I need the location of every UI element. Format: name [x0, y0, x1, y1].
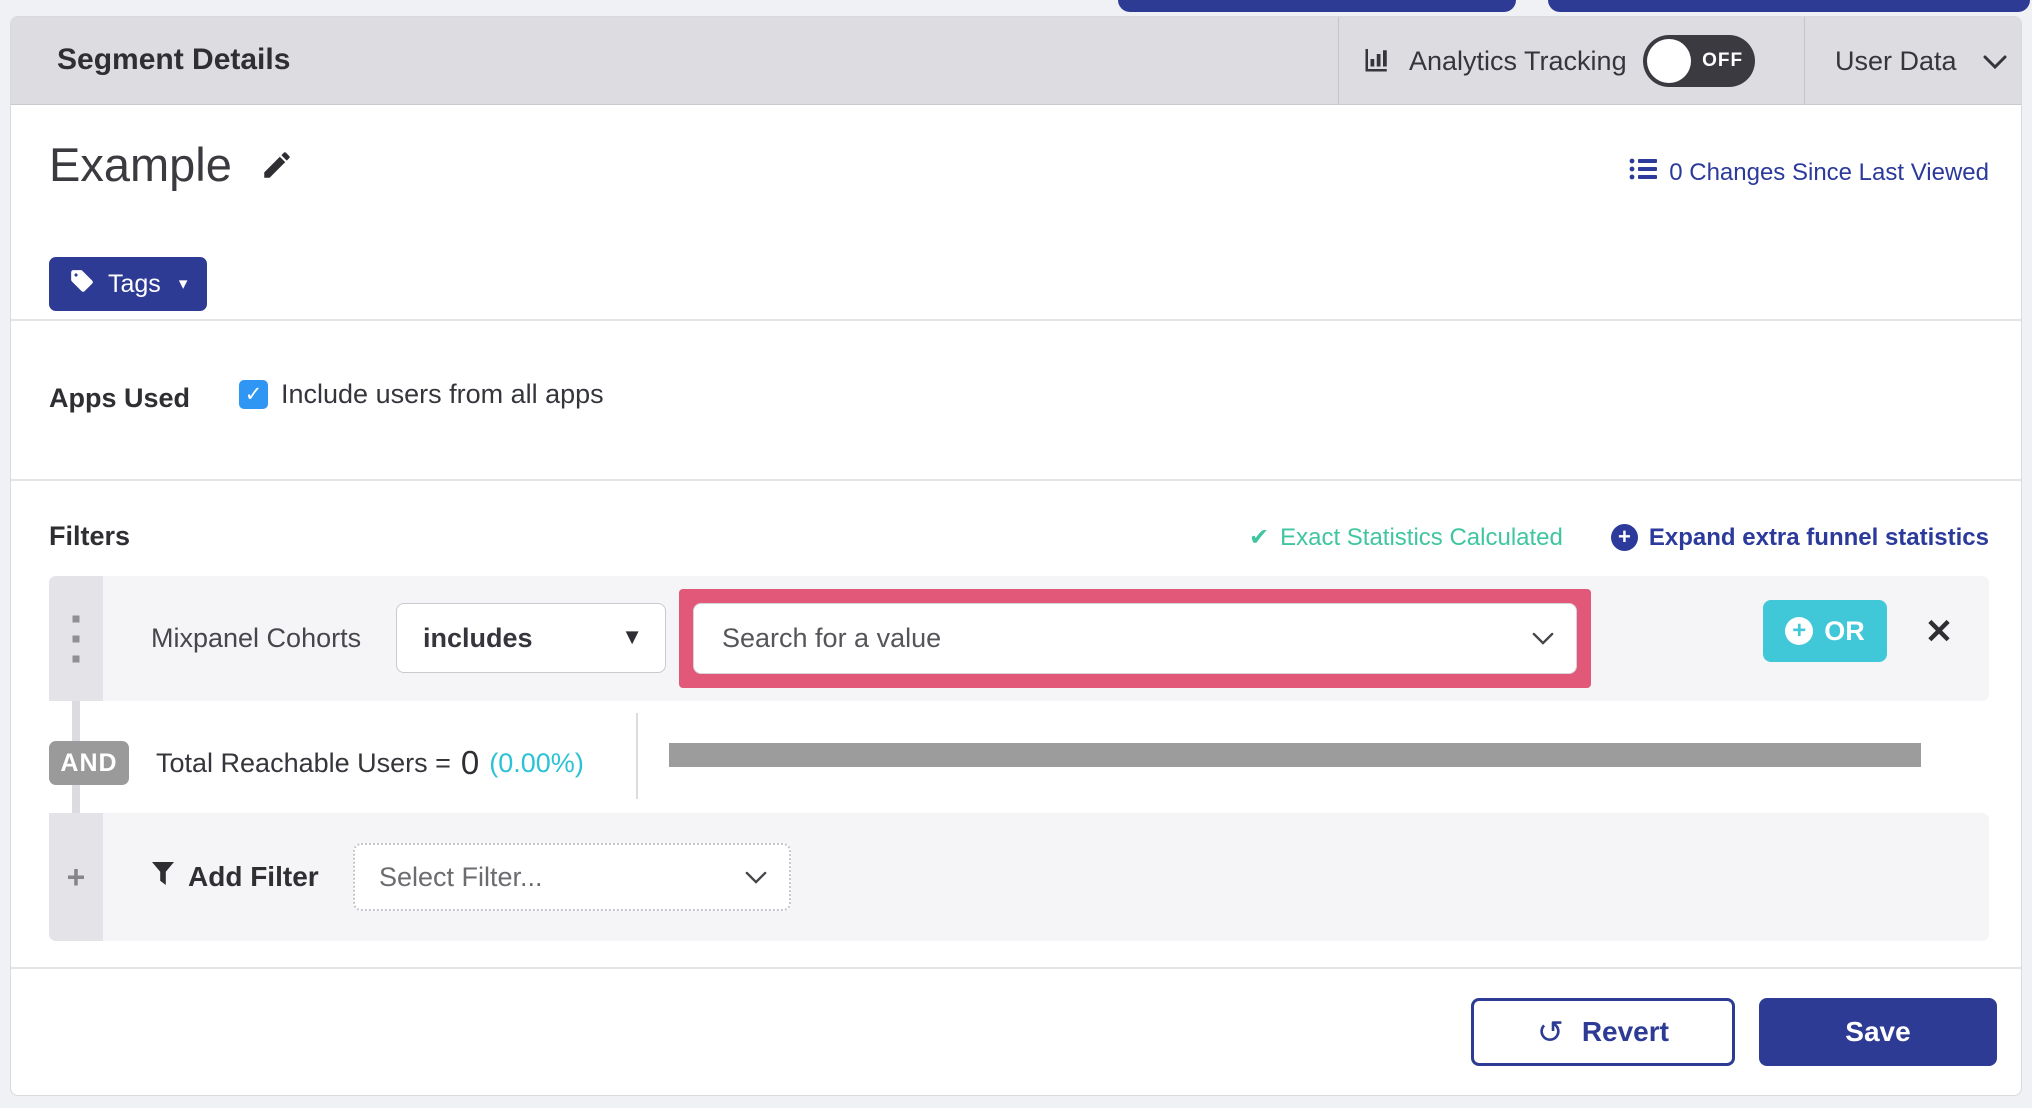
user-data-label: User Data — [1835, 45, 1957, 76]
revert-button[interactable]: ↺ Revert — [1471, 998, 1735, 1066]
changes-list-icon — [1629, 157, 1658, 188]
value-search-select[interactable]: Search for a value — [693, 603, 1577, 674]
reachable-value: 0 — [460, 744, 480, 781]
cutoff-button-left[interactable] — [1118, 0, 1516, 12]
save-button[interactable]: Save — [1759, 998, 1997, 1066]
include-all-apps-checkbox[interactable]: ✓ — [239, 380, 268, 409]
add-filter-label: Add Filter — [188, 861, 319, 892]
caret-down-icon: ▼ — [621, 624, 643, 649]
analytics-tracking-label: Analytics Tracking — [1409, 45, 1627, 76]
analytics-tracking-group: Analytics Tracking OFF — [1363, 17, 1755, 105]
operator-select[interactable]: includes ▼ — [396, 603, 666, 673]
operator-value: includes — [423, 623, 533, 653]
edit-pencil-icon[interactable] — [260, 148, 294, 182]
segment-name: Example — [49, 138, 232, 191]
and-badge: AND — [49, 741, 129, 785]
card-header: Segment Details Analytics Tracking OFF U… — [11, 17, 2021, 105]
chevron-down-icon — [745, 871, 767, 890]
or-button-label: OR — [1824, 615, 1865, 646]
filters-section: Filters ✔ Exact Statistics Calculated + … — [11, 479, 2021, 967]
add-or-button[interactable]: + OR — [1763, 600, 1887, 662]
revert-arrow-icon: ↺ — [1537, 1014, 1564, 1050]
reachable-label: Total Reachable Users = — [156, 747, 451, 778]
tags-button[interactable]: Tags ▾ — [49, 257, 208, 311]
plus-circle-icon: + — [1785, 617, 1814, 645]
chevron-down-icon — [1983, 46, 2007, 77]
filter-row: Mixpanel Cohorts includes ▼ Search for a… — [49, 576, 1989, 701]
include-all-apps-label: Include users from all apps — [281, 379, 604, 409]
plus-circle-icon: + — [1610, 524, 1638, 551]
funnel-icon — [151, 861, 175, 894]
select-filter-dropdown[interactable]: Select Filter... — [353, 843, 791, 911]
user-data-dropdown[interactable]: User Data — [1835, 17, 2007, 105]
filters-heading: Filters — [49, 521, 131, 551]
segment-details-card: Segment Details Analytics Tracking OFF U… — [10, 16, 2022, 1096]
bar-chart-icon — [1363, 44, 1393, 79]
cutoff-button-right[interactable] — [1548, 0, 2030, 12]
tags-button-label: Tags — [108, 269, 161, 298]
value-placeholder: Search for a value — [722, 623, 942, 653]
check-icon: ✔ — [1248, 524, 1270, 551]
exact-statistics-status: ✔ Exact Statistics Calculated — [1249, 523, 1563, 552]
reachable-percent: (0.00%) — [489, 747, 584, 778]
apps-used-label: Apps Used — [49, 383, 191, 413]
drag-dots-icon — [72, 615, 80, 662]
expand-funnel-statistics-link[interactable]: + Expand extra funnel statistics — [1610, 523, 1989, 552]
header-divider — [1804, 17, 1805, 104]
select-filter-placeholder: Select Filter... — [379, 862, 543, 892]
title-section: Example 0 Changes Since Last Viewed Tags… — [11, 105, 2021, 319]
toggle-knob — [1646, 39, 1691, 83]
chevron-down-icon — [1532, 632, 1554, 651]
header-divider — [1338, 17, 1339, 104]
changes-since-last-viewed-link[interactable]: 0 Changes Since Last Viewed — [1629, 157, 1989, 188]
toggle-state-label: OFF — [1702, 50, 1744, 71]
footer-actions: ↺ Revert Save — [11, 967, 2021, 1097]
revert-button-label: Revert — [1581, 1016, 1669, 1047]
add-filter-plus-icon[interactable]: + — [49, 813, 103, 941]
filter-name: Mixpanel Cohorts — [151, 623, 362, 653]
analytics-tracking-toggle[interactable]: OFF — [1642, 35, 1755, 87]
highlight-frame: Search for a value — [679, 589, 1591, 688]
caret-down-icon: ▾ — [178, 274, 188, 293]
segment-details-page: Segment Details Analytics Tracking OFF U… — [0, 0, 2032, 1108]
drag-handle[interactable] — [49, 576, 103, 701]
changes-link-label: 0 Changes Since Last Viewed — [1669, 158, 1989, 186]
tag-icon — [69, 268, 95, 301]
apps-used-section: Apps Used ✓ Include users from all apps — [11, 319, 2021, 479]
remove-filter-icon[interactable]: ✕ — [1915, 612, 1963, 652]
exact-statistics-label: Exact Statistics Calculated — [1280, 523, 1563, 551]
total-reachable-users: Total Reachable Users = 0 (0.00%) — [156, 733, 584, 793]
page-title: Segment Details — [57, 43, 291, 76]
expand-funnel-statistics-label: Expand extra funnel statistics — [1648, 523, 1989, 551]
vertical-divider — [636, 713, 638, 799]
add-filter-button[interactable]: Add Filter — [151, 813, 319, 941]
add-filter-row: + Add Filter Select Filter... — [49, 813, 1989, 941]
reachable-progress-bar — [669, 743, 1921, 767]
